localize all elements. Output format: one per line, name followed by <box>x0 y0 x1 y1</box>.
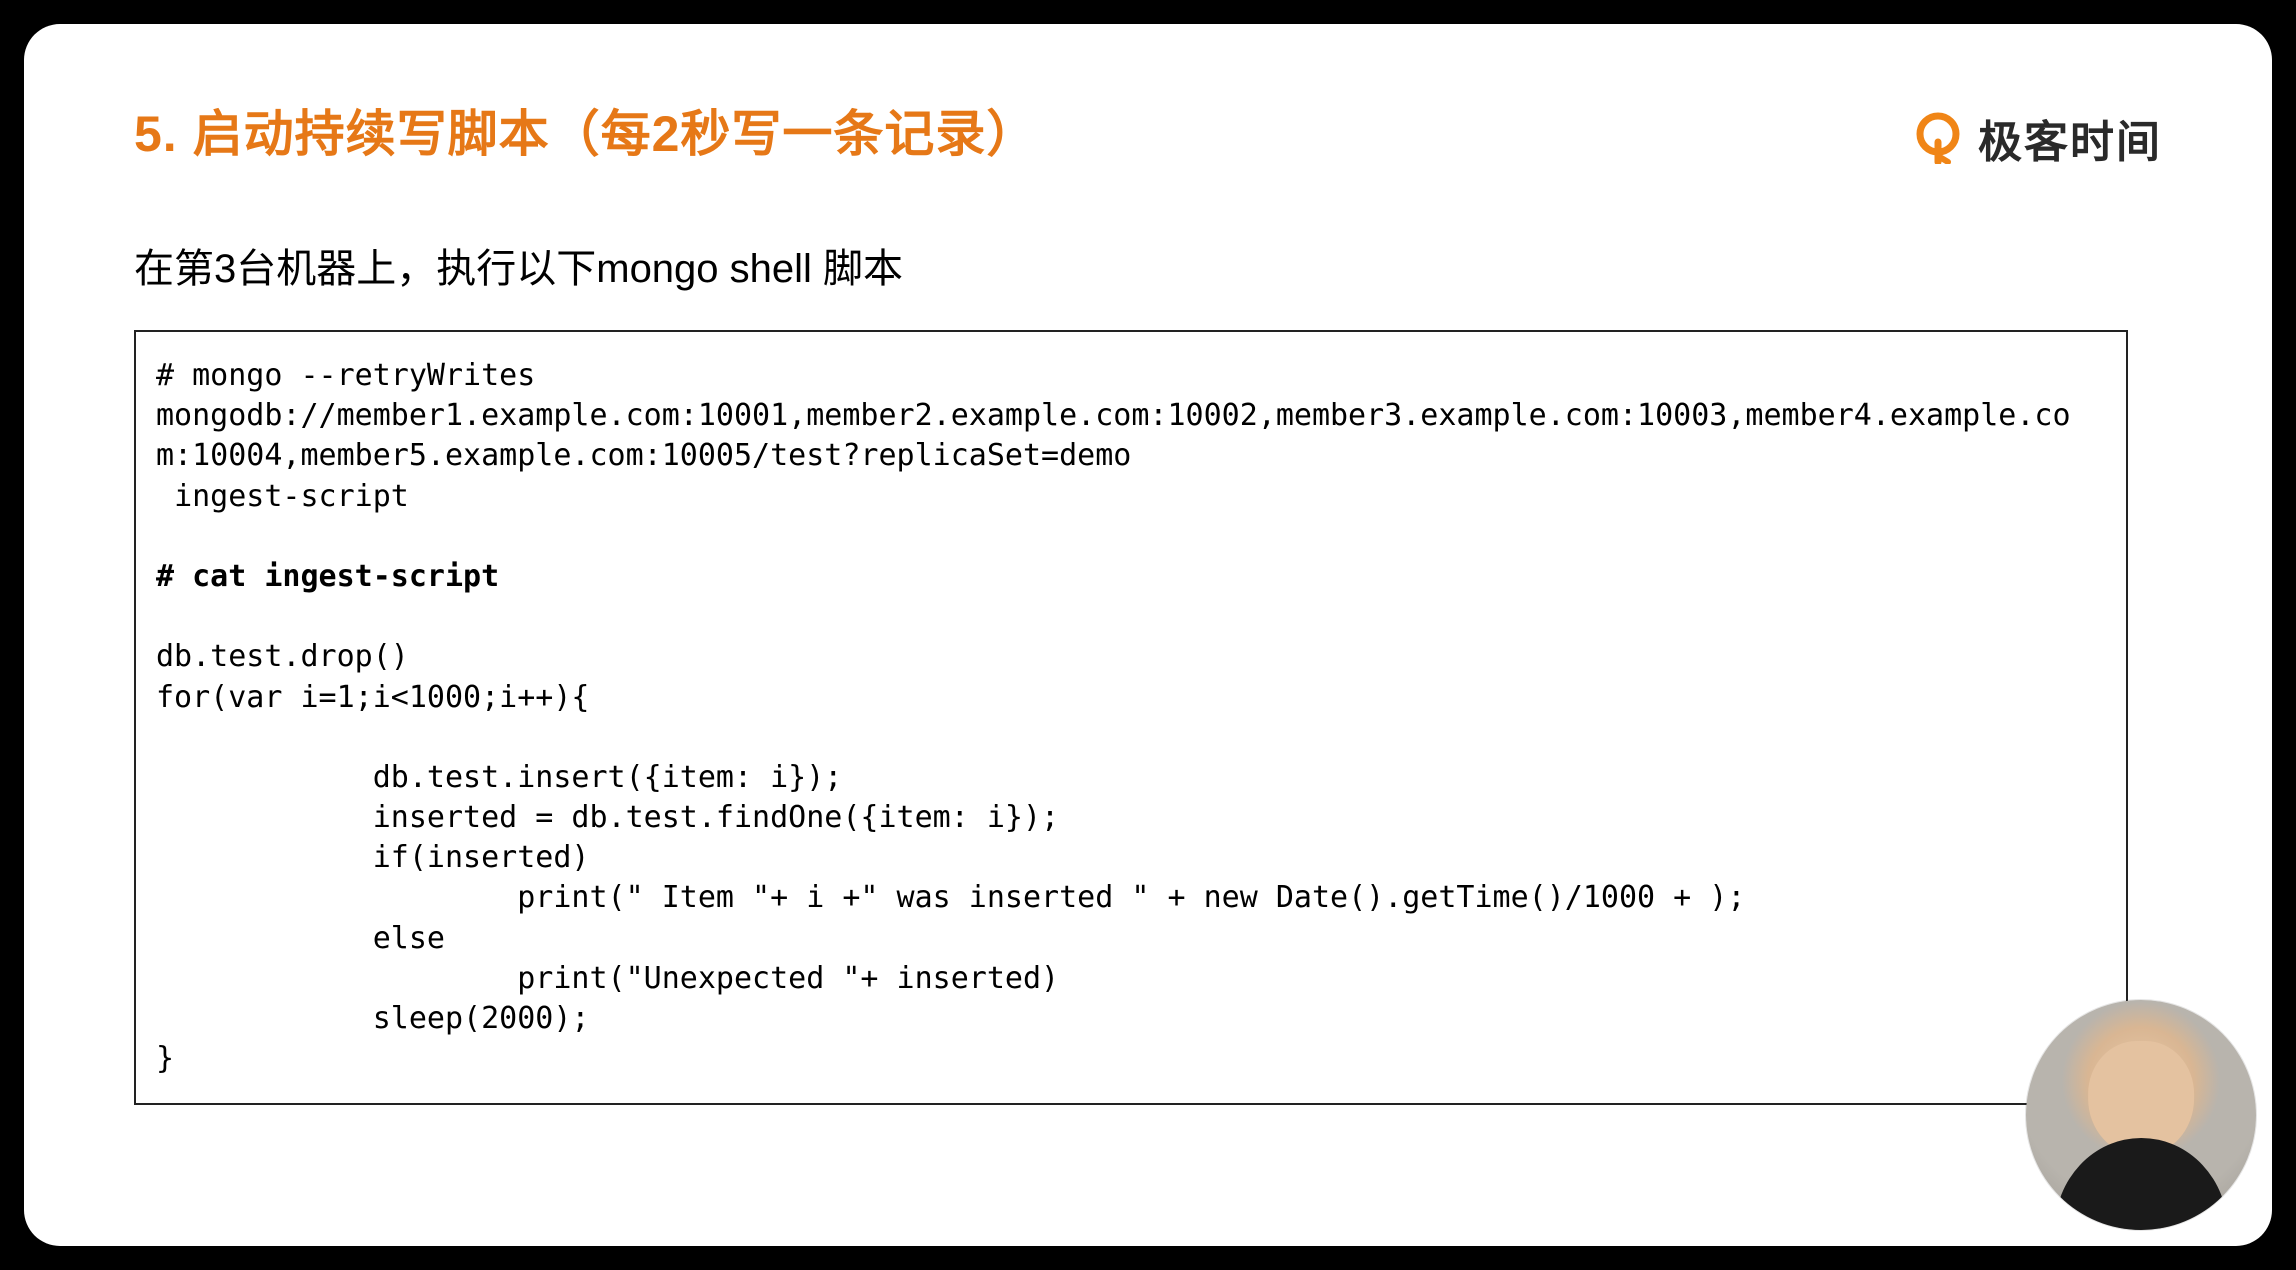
code-line: mongodb://member1.example.com:10001,memb… <box>156 398 2071 473</box>
code-line: db.test.insert({item: i}); <box>156 760 842 795</box>
logo-text: 极客时间 <box>1978 106 2162 170</box>
code-block: # mongo --retryWrites mongodb://member1.… <box>134 330 2128 1105</box>
code-line: db.test.drop() <box>156 639 409 674</box>
logo-icon <box>1912 112 1964 164</box>
code-line: for(var i=1;i<1000;i++){ <box>156 680 589 715</box>
slide-subtitle: 在第3台机器上，执行以下mongo shell 脚本 <box>134 236 2162 294</box>
slide: 极客时间 5. 启动持续写脚本（每2秒写一条记录） 在第3台机器上，执行以下mo… <box>24 24 2272 1246</box>
slide-title: 5. 启动持续写脚本（每2秒写一条记录） <box>134 94 2162 166</box>
presenter-avatar <box>2026 1000 2256 1230</box>
code-line: if(inserted) <box>156 840 590 875</box>
code-line: else <box>156 921 445 956</box>
code-line: print(" Item "+ i +" was inserted " + ne… <box>156 880 1745 915</box>
code-line: sleep(2000); <box>156 1001 590 1036</box>
code-line: # mongo --retryWrites <box>156 358 535 393</box>
brand-logo: 极客时间 <box>1912 106 2162 170</box>
code-line: inserted = db.test.findOne({item: i}); <box>156 800 1059 835</box>
code-line: ingest-script <box>156 479 409 514</box>
code-line-bold: # cat ingest-script <box>156 559 499 594</box>
code-line: print("Unexpected "+ inserted) <box>156 961 1059 996</box>
code-line: } <box>156 1041 174 1076</box>
